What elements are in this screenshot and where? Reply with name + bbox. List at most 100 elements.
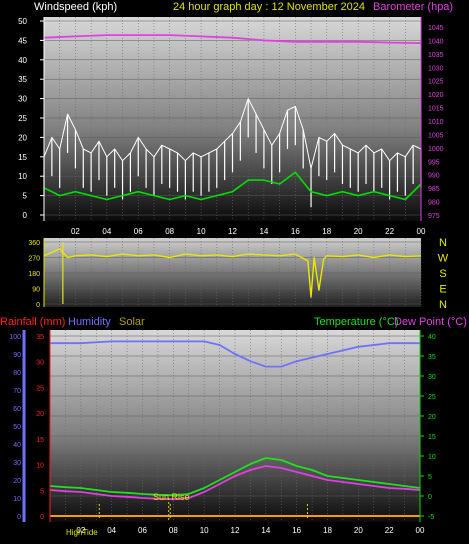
wind-speed-tick-label: 5	[23, 192, 28, 201]
rainfall-tick-label: 0	[40, 514, 44, 521]
wind-time-tick-label: 12	[228, 227, 237, 236]
wind-time-tick-label: 10	[197, 227, 206, 236]
temp-time-tick-label: 10	[200, 526, 209, 535]
humidity-tick-label: 0	[17, 514, 21, 521]
humidity-tick-label: 100	[9, 334, 21, 341]
direction-tick-label: 270	[28, 256, 40, 263]
rainfall-tick-label: 35	[36, 334, 44, 341]
compass-label: W	[438, 253, 449, 265]
barometer-tick-label: 1045	[428, 25, 444, 32]
temperature-tick-label: 10	[428, 454, 436, 461]
temp-time-tick-label: 18	[323, 526, 332, 535]
temperature-tick-label: 30	[428, 374, 436, 381]
sunrise-annotation: Sun Rise	[153, 492, 190, 502]
temp-time-tick-label: 20	[354, 526, 363, 535]
wind-time-tick-label: 06	[134, 227, 143, 236]
wind-time-tick-label: 02	[71, 227, 80, 236]
rainfall-axis-title: Rainfall (mm)	[0, 316, 66, 328]
compass-label: N	[439, 299, 447, 311]
barometer-tick-label: 1040	[428, 38, 444, 45]
temperature-tick-label: 25	[428, 394, 436, 401]
compass-label: E	[439, 284, 446, 296]
humidity-tick-label: 20	[13, 478, 21, 485]
barometer-tick-label: 1005	[428, 132, 444, 139]
wind-time-tick-label: 16	[291, 227, 300, 236]
temp-time-tick-label: 00	[416, 526, 425, 535]
temp-time-tick-label: 12	[231, 526, 240, 535]
humidity-tick-label: 10	[13, 496, 21, 503]
humidity-tick-label: 40	[13, 442, 21, 449]
barometer-tick-label: 1025	[428, 79, 444, 86]
barometer-tick-label: 990	[428, 173, 440, 180]
temperature-tick-label: -5	[428, 514, 434, 521]
temperature-axis-title: Temperature (°C)	[314, 316, 399, 328]
rainfall-tick-label: 15	[36, 437, 44, 444]
wind-speed-tick-label: 15	[18, 153, 27, 162]
barometer-tick-label: 1000	[428, 146, 444, 153]
humidity-tick-label: 60	[13, 406, 21, 413]
dewpoint-legend: Dew Point (°C)	[394, 316, 467, 328]
humidity-tick-label: 70	[13, 388, 21, 395]
barometer-tick-label: 1035	[428, 52, 444, 59]
wind-time-tick-label: 08	[165, 227, 174, 236]
rainfall-tick-label: 30	[36, 360, 44, 367]
humidity-tick-label: 80	[13, 370, 21, 377]
rainfall-tick-label: 25	[36, 385, 44, 392]
rainfall-tick-label: 5	[40, 488, 44, 495]
compass-label: N	[439, 237, 447, 249]
rainfall-tick-label: 20	[36, 411, 44, 418]
wind-time-tick-label: 04	[102, 227, 111, 236]
rainfall-tick-label: 10	[36, 463, 44, 470]
temp-time-tick-label: 22	[385, 526, 394, 535]
humidity-tick-label: 90	[13, 352, 21, 359]
temp-time-tick-label: 06	[138, 526, 147, 535]
barometer-axis-title: Barometer (hpa)	[373, 1, 454, 13]
temperature-tick-label: 5	[428, 474, 432, 481]
temp-time-tick-label: 14	[261, 526, 270, 535]
direction-tick-label: 360	[28, 240, 40, 247]
wind-time-tick-label: 18	[322, 227, 331, 236]
high-tide-annotation: HighTide	[66, 528, 98, 537]
wind-speed-tick-label: 40	[18, 56, 27, 65]
wind-speed-tick-label: 25	[18, 114, 27, 123]
wind-speed-tick-label: 50	[18, 17, 27, 26]
wind-speed-tick-label: 10	[18, 172, 27, 181]
compass-label: S	[439, 268, 446, 280]
temp-time-tick-label: 08	[169, 526, 178, 535]
weather-graph: 0510152025303540455097598098599099510001…	[9, 17, 449, 535]
barometer-tick-label: 975	[428, 213, 440, 220]
barometer-tick-label: 1010	[428, 119, 444, 126]
barometer-tick-label: 995	[428, 159, 440, 166]
direction-tick-label: 180	[28, 271, 40, 278]
direction-plot-background	[44, 238, 421, 307]
wind-time-tick-label: 20	[354, 227, 363, 236]
wind-speed-tick-label: 20	[18, 133, 27, 142]
temperature-tick-label: 35	[428, 354, 436, 361]
temperature-tick-label: 0	[428, 494, 432, 501]
humidity-tick-label: 30	[13, 460, 21, 467]
direction-tick-label: 90	[32, 287, 40, 294]
direction-tick-label: 0	[36, 302, 40, 309]
humidity-tick-label: 50	[13, 424, 21, 431]
solar-legend: Solar	[119, 316, 145, 328]
wind-speed-tick-label: 35	[18, 75, 27, 84]
humidity-legend: Humidity	[68, 316, 111, 328]
barometer-tick-label: 980	[428, 200, 440, 207]
wind-speed-tick-label: 0	[23, 211, 28, 220]
temp-time-tick-label: 16	[292, 526, 301, 535]
temp-time-tick-label: 04	[107, 526, 116, 535]
wind-time-tick-label: 00	[417, 227, 426, 236]
barometer-tick-label: 985	[428, 186, 440, 193]
temperature-tick-label: 40	[428, 334, 436, 341]
wind-time-tick-label: 14	[259, 227, 268, 236]
wind-time-tick-label: 22	[385, 227, 394, 236]
barometer-tick-label: 1015	[428, 106, 444, 113]
temperature-tick-label: 20	[428, 414, 436, 421]
chart-title: 24 hour graph day : 12 November 2024	[173, 1, 366, 13]
wind-speed-tick-label: 30	[18, 95, 27, 104]
barometer-tick-label: 1020	[428, 92, 444, 99]
wind-speed-tick-label: 45	[18, 36, 27, 45]
temperature-tick-label: 15	[428, 434, 436, 441]
windspeed-axis-title: Windspeed (kph)	[34, 1, 118, 13]
barometer-tick-label: 1030	[428, 65, 444, 72]
